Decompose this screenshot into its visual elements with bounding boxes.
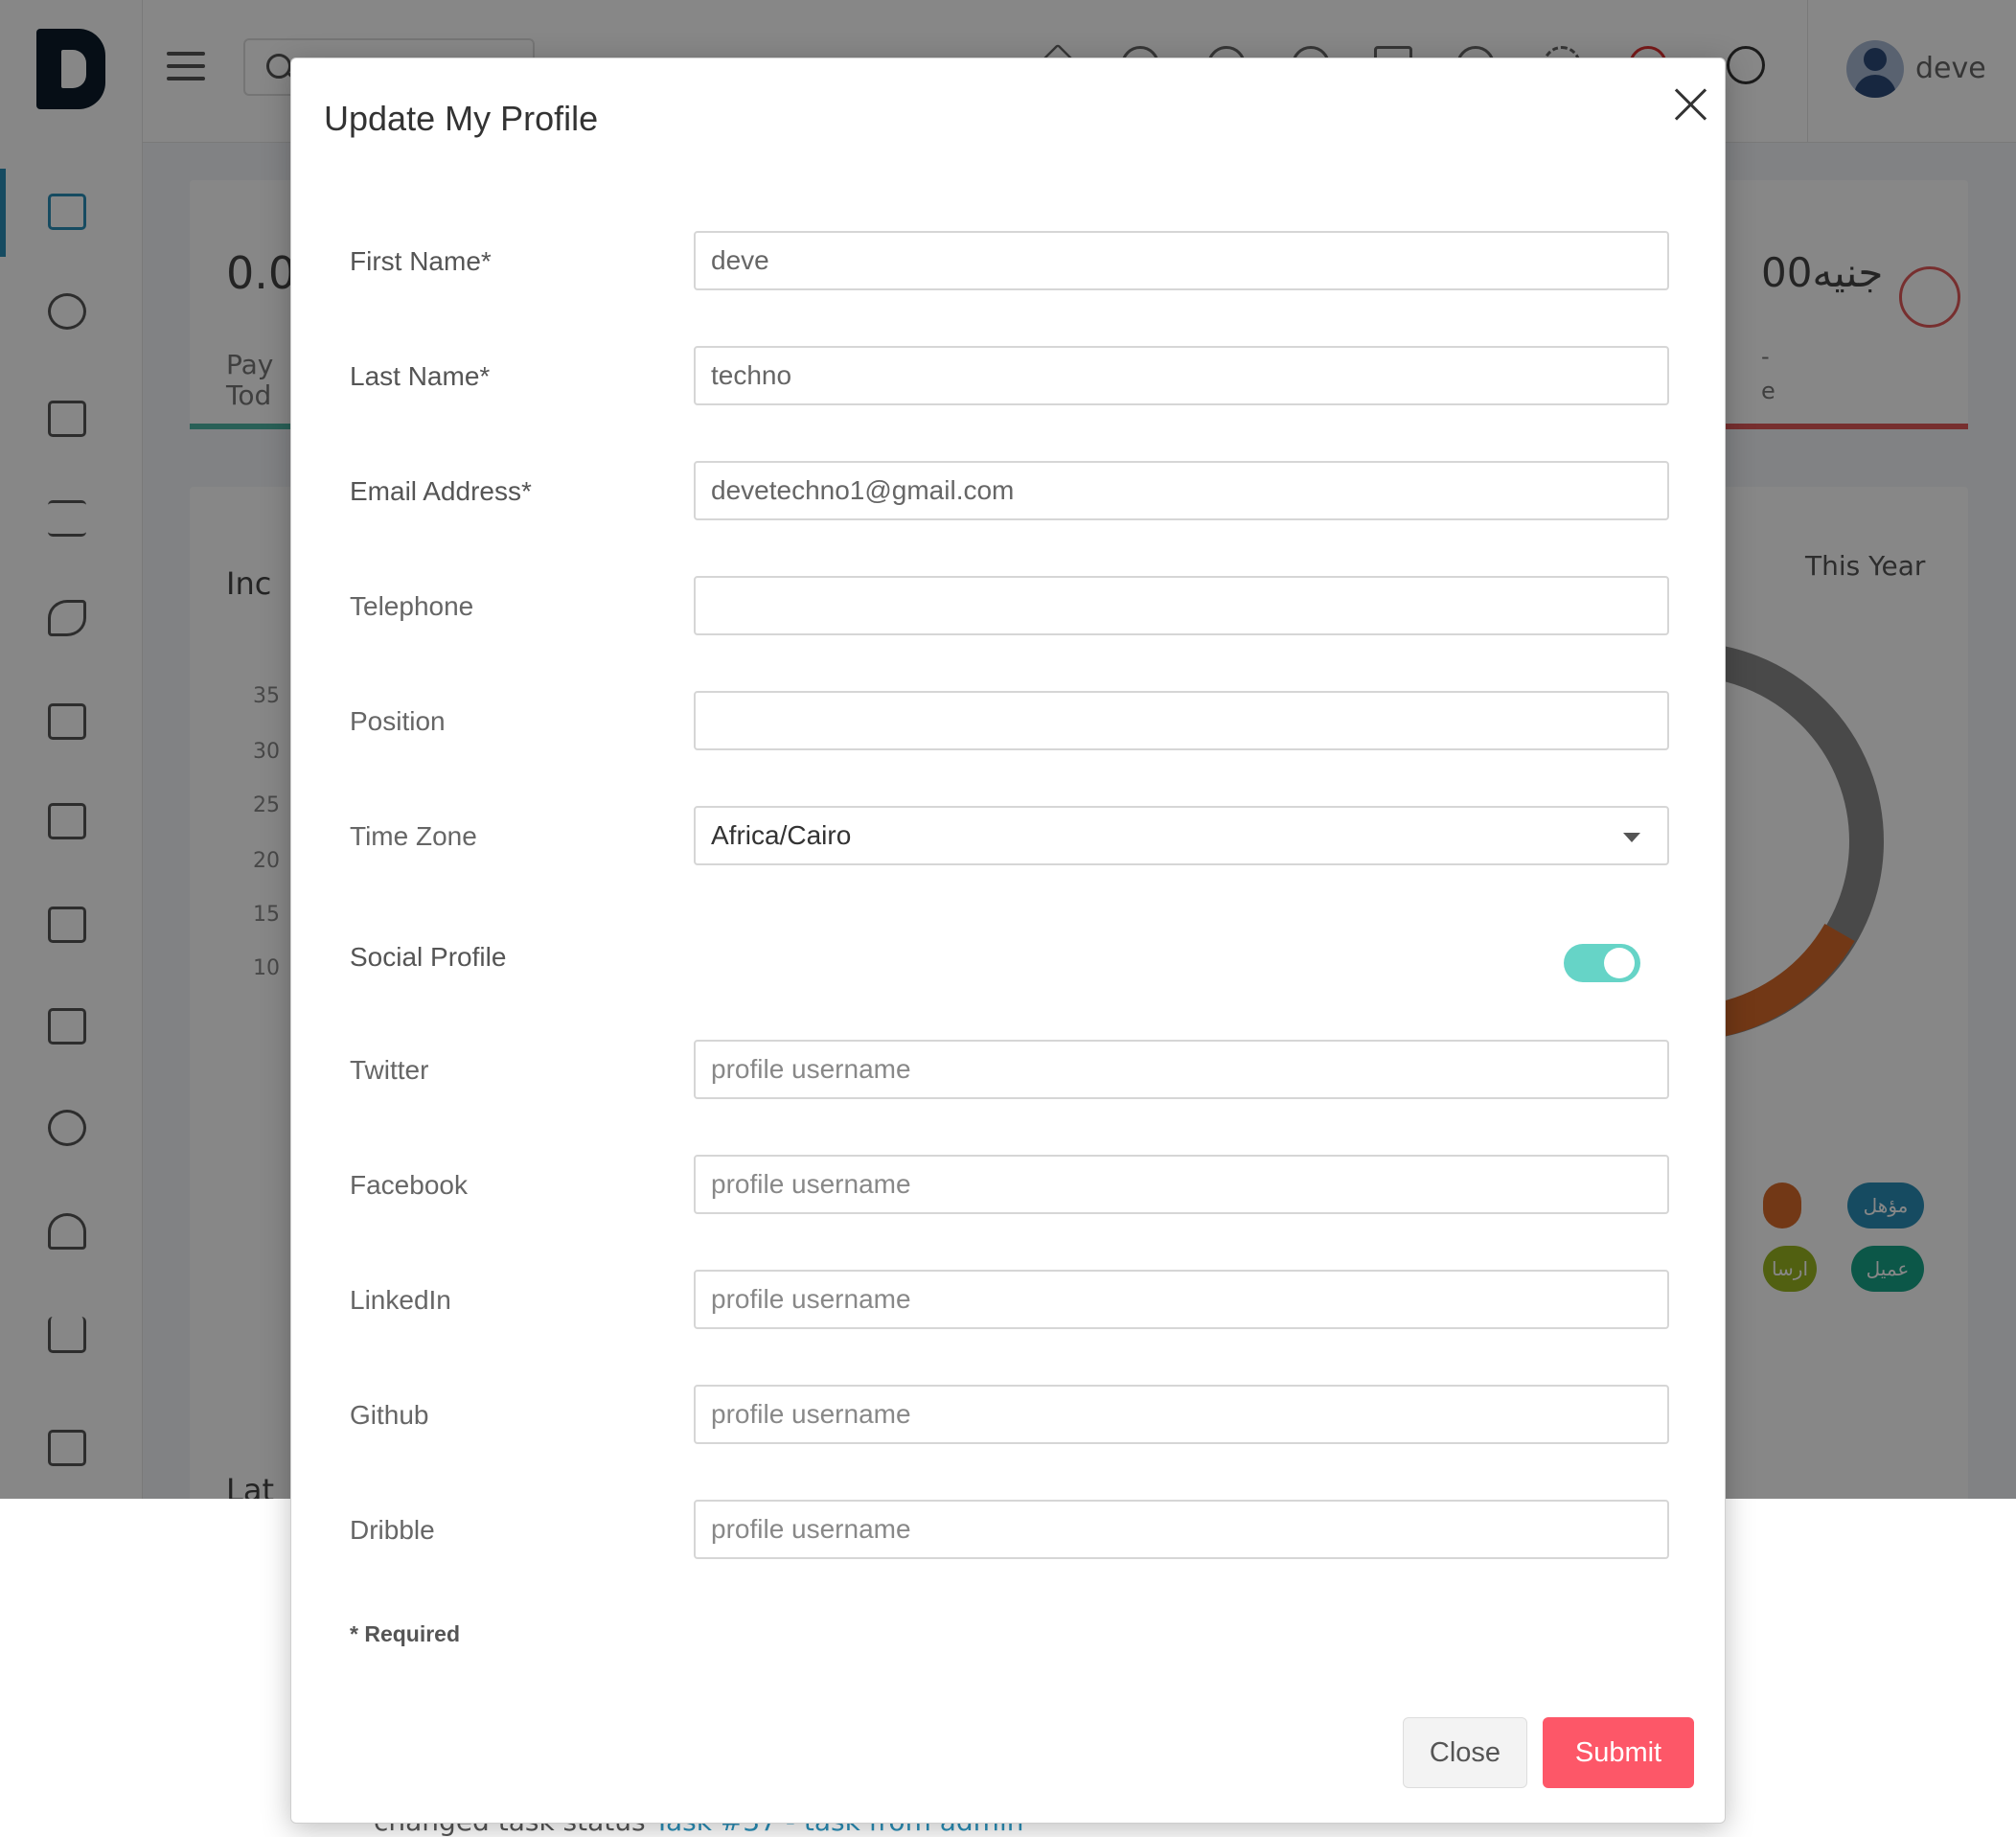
chevron-down-icon xyxy=(1623,833,1640,842)
linkedin-label: LinkedIn xyxy=(350,1285,451,1315)
telephone-label: Telephone xyxy=(350,591,474,621)
social-profile-label: Social Profile xyxy=(350,942,507,972)
github-input[interactable] xyxy=(694,1385,1669,1444)
first-name-label: First Name* xyxy=(350,246,492,276)
email-input[interactable] xyxy=(694,461,1669,520)
social-profile-toggle[interactable] xyxy=(1564,944,1640,982)
time-zone-label: Time Zone xyxy=(350,821,477,851)
facebook-label: Facebook xyxy=(350,1170,468,1200)
twitter-input[interactable] xyxy=(694,1040,1669,1099)
close-button[interactable]: Close xyxy=(1403,1717,1527,1788)
email-label: Email Address* xyxy=(350,476,532,506)
toggle-knob xyxy=(1604,948,1635,978)
last-name-input[interactable] xyxy=(694,346,1669,405)
dribble-input[interactable] xyxy=(694,1500,1669,1559)
close-icon[interactable] xyxy=(1668,81,1714,127)
position-input[interactable] xyxy=(694,691,1669,750)
time-zone-value: Africa/Cairo xyxy=(711,820,852,850)
dribble-label: Dribble xyxy=(350,1515,435,1545)
last-name-label: Last Name* xyxy=(350,361,491,391)
twitter-label: Twitter xyxy=(350,1055,429,1085)
required-note: * Required xyxy=(350,1621,461,1646)
telephone-input[interactable] xyxy=(694,576,1669,635)
update-profile-modal: Update My Profile First Name* Last Name*… xyxy=(290,57,1726,1824)
position-label: Position xyxy=(350,706,446,736)
submit-button[interactable]: Submit xyxy=(1543,1717,1694,1788)
first-name-input[interactable] xyxy=(694,231,1669,290)
time-zone-select[interactable]: Africa/Cairo xyxy=(694,806,1669,865)
linkedin-input[interactable] xyxy=(694,1270,1669,1329)
github-label: Github xyxy=(350,1400,429,1430)
modal-title: Update My Profile xyxy=(324,99,599,138)
facebook-input[interactable] xyxy=(694,1155,1669,1214)
